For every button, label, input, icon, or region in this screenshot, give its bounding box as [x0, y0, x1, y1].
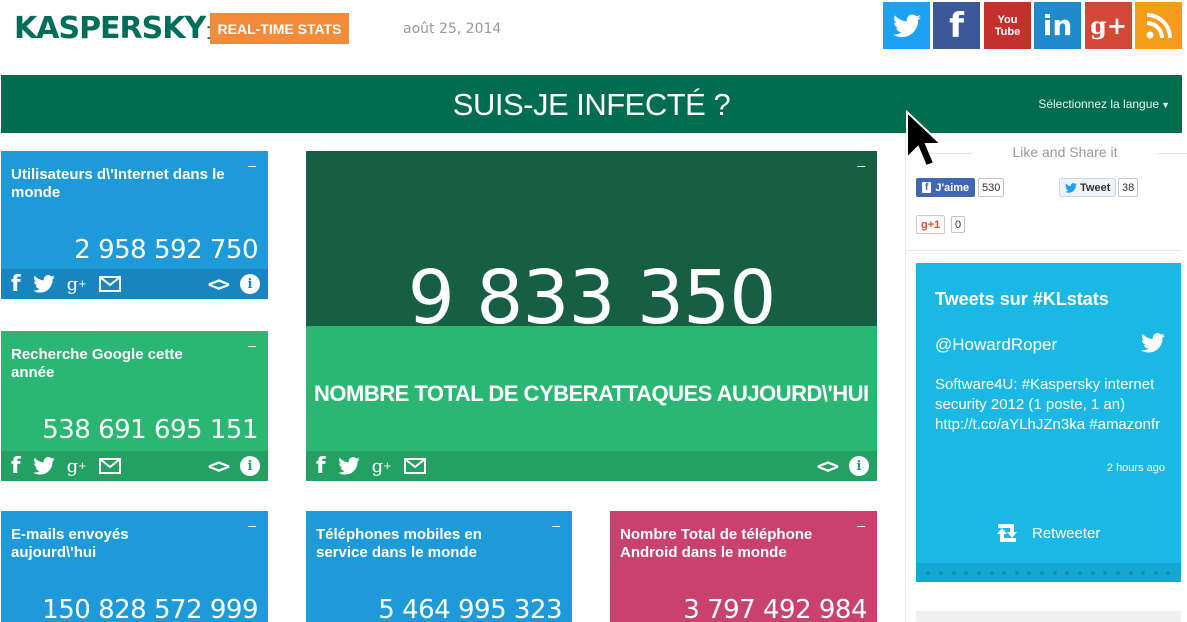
chevron-down-icon: ▼	[1161, 100, 1170, 110]
tile-value: 3 797 492 984	[683, 595, 867, 622]
tile-mobile-phones: Téléphones mobiles en service dans le mo…	[306, 511, 572, 622]
tweet-time: 2 hours ago	[1106, 462, 1165, 474]
twitter-widget-pager[interactable]	[916, 563, 1181, 582]
tile-title: Recherche Google cette année	[11, 346, 183, 381]
minimize-icon[interactable]: –	[857, 517, 865, 533]
kaspersky-logo[interactable]: KASPERSKY lab	[14, 8, 222, 48]
info-icon[interactable]: i	[849, 456, 869, 476]
title-bar: SUIS-JE INFECTÉ ? Sélectionnez la langue…	[1, 75, 1182, 133]
minimize-icon[interactable]: –	[857, 157, 865, 173]
twitter-share-icon[interactable]	[337, 453, 360, 479]
youtube-line2: Tube	[994, 25, 1021, 38]
info-icon[interactable]: i	[240, 456, 260, 476]
tweet-text: Software4U: #Kaspersky internet security…	[935, 376, 1161, 433]
gp-plus: +	[383, 460, 392, 472]
facebook-share-icon[interactable]: f	[316, 453, 326, 479]
facebook-small-icon: f	[922, 182, 932, 193]
sidebar-divider	[905, 133, 906, 622]
twitter-share-icon[interactable]	[32, 271, 55, 297]
embed-code-icon[interactable]: <>	[208, 272, 230, 296]
gp-plus: +	[78, 460, 87, 472]
tile-title: Utilisateurs d\'Internet dans le monde	[11, 166, 225, 201]
retweet-icon	[997, 524, 1017, 542]
twitter-icon[interactable]	[883, 2, 930, 49]
gp-plus: +	[78, 278, 87, 290]
tile-value: 2 958 592 750	[74, 235, 258, 265]
sidebar-bottom-box	[916, 611, 1181, 622]
cyberattacks-label: NOMBRE TOTAL DE CYBERATTAQUES AUJOURD\'H…	[314, 381, 869, 406]
rss-icon[interactable]	[1135, 2, 1182, 49]
googleplus-icon[interactable]: g+	[1085, 2, 1132, 49]
minimize-icon[interactable]: –	[248, 157, 256, 173]
tweet-count: 38	[1118, 178, 1139, 197]
tile-cyberattacks: – 9 833 350 NOMBRE TOTAL DE CYBERATTAQUE…	[306, 151, 877, 481]
sidebar-separator	[906, 250, 1182, 251]
logo-text: KASPERSKY	[14, 10, 206, 46]
email-share-icon[interactable]	[98, 271, 121, 297]
googleplus-glyph: g+	[1090, 11, 1127, 40]
twitter-widget: Tweets sur #KLstats @HowardRoper Softwar…	[916, 263, 1181, 582]
page-title: SUIS-JE INFECTÉ ?	[452, 87, 731, 122]
mouse-cursor-icon	[905, 109, 944, 173]
facebook-share-icon[interactable]: f	[11, 453, 21, 479]
realtime-stats-button[interactable]: REAL-TIME STATS	[210, 13, 349, 44]
facebook-like-button[interactable]: f J'aime	[916, 178, 976, 197]
tile-title: Nombre Total de téléphone Android dans l…	[620, 526, 813, 561]
tweet-button[interactable]: Tweet	[1059, 178, 1117, 197]
facebook-glyph: f	[949, 5, 964, 46]
googleplus-share-icon[interactable]: g +	[67, 271, 87, 297]
googleplus-one-button[interactable]: g+1	[916, 215, 946, 234]
twitter-widget-heading: Tweets sur #KLstats	[935, 289, 1109, 309]
facebook-icon[interactable]: f	[933, 2, 980, 49]
retweet-button[interactable]: Retweeter	[992, 522, 1100, 544]
email-share-icon[interactable]	[403, 453, 426, 479]
language-label: Sélectionnez la langue	[1038, 97, 1160, 111]
language-selector[interactable]: Sélectionnez la langue ▼	[1038, 97, 1170, 111]
gp-g: g	[66, 455, 79, 477]
gp-g: g	[66, 273, 79, 295]
tile-google-searches: Recherche Google cette année – 538 691 6…	[1, 331, 268, 481]
tweet-label: Tweet	[1080, 181, 1111, 194]
facebook-like-label: J'aime	[935, 181, 970, 194]
facebook-share-icon[interactable]: f	[11, 271, 21, 297]
email-share-icon[interactable]	[98, 453, 121, 479]
minimize-icon[interactable]: –	[248, 337, 256, 353]
tile-internet-users: Utilisateurs d\'Internet dans le monde –…	[1, 151, 268, 299]
youtube-icon[interactable]: You Tube	[984, 2, 1031, 49]
tile-android-phones: Nombre Total de téléphone Android dans l…	[610, 511, 877, 622]
embed-code-icon[interactable]: <>	[817, 454, 839, 478]
like-share-heading: Like and Share it	[920, 144, 1187, 160]
tile-value: 150 828 572 999	[42, 595, 258, 622]
cyberattacks-value: 9 833 350	[407, 255, 777, 341]
twitter-share-icon[interactable]	[32, 453, 55, 479]
tweet-author[interactable]: @HowardRoper	[935, 335, 1057, 355]
tile-value: 538 691 695 151	[42, 415, 258, 445]
tile-share-bar: f g + <> i	[306, 451, 877, 481]
tile-title: Téléphones mobiles en service dans le mo…	[316, 526, 482, 561]
info-icon[interactable]: i	[240, 274, 260, 294]
gp-g: g	[371, 455, 384, 477]
minimize-icon[interactable]: –	[248, 517, 256, 533]
linkedin-icon[interactable]: in	[1034, 2, 1081, 49]
facebook-like-count: 530	[978, 178, 1005, 197]
twitter-bird-icon	[1141, 333, 1165, 358]
tile-share-bar: f g + <> i	[1, 451, 268, 481]
googleplus-share-icon[interactable]: g +	[372, 453, 392, 479]
tile-share-bar: f g + <> i	[1, 269, 268, 299]
twitter-small-icon	[1065, 182, 1077, 193]
tile-emails: E-mails envoyés aujourd\'hui – 150 828 5…	[1, 511, 268, 622]
minimize-icon[interactable]: –	[552, 517, 560, 533]
tile-title: E-mails envoyés aujourd\'hui	[11, 526, 129, 561]
embed-code-icon[interactable]: <>	[208, 454, 230, 478]
tile-value: 5 464 995 323	[378, 595, 562, 622]
googleplus-share-icon[interactable]: g +	[67, 453, 87, 479]
retweet-label: Retweeter	[1032, 524, 1101, 542]
linkedin-glyph: in	[1042, 9, 1073, 42]
current-date: août 25, 2014	[403, 21, 502, 37]
youtube-line1: You	[997, 13, 1018, 26]
googleplus-count: 0	[951, 216, 966, 233]
